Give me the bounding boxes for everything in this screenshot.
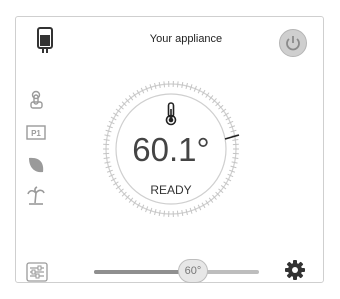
svg-text:P1: P1 [31,129,41,138]
dial-tick [163,210,166,217]
touch-mode-icon [30,90,43,109]
dial-tick [181,81,184,89]
power-icon [286,36,300,51]
thermometer-icon [161,101,181,127]
dial-tick [154,82,157,89]
dial-tick [220,108,227,113]
eco-mode-button[interactable] [25,154,47,176]
dial-tick [163,81,166,88]
dial-tick [154,209,157,216]
dial-tick [158,81,161,89]
dial-tick [132,200,137,206]
dial-tick [158,209,161,217]
page-title: Your appliance [149,33,223,45]
gear-icon [285,260,305,280]
program-p1-icon: P1 [26,125,46,140]
power-button[interactable] [279,29,307,57]
settings-button[interactable] [284,259,306,281]
sliders-icon [26,262,48,282]
dial-tick [185,82,188,89]
dial-tick [205,92,210,98]
dial-tick [181,209,184,217]
temperature-dial[interactable]: 60.1° READY [91,69,251,229]
temperature-readout: 60.1° [132,131,210,168]
dial-tick [176,210,179,217]
holiday-palm-icon [27,186,45,205]
temperature-slider-track[interactable] [94,270,259,274]
dial-tick [205,200,210,206]
dial-tick [132,92,137,98]
water-heater-icon [36,27,54,55]
settings-sliders-button[interactable] [26,262,48,282]
temperature-slider-handle[interactable]: 60° [178,259,208,283]
eco-leaf-icon [29,157,44,173]
appliance-panel: Your appliance P1 60.1° READY 60° [15,16,324,283]
touch-mode-button[interactable] [25,89,47,111]
program-p1-button[interactable]: P1 [25,121,47,143]
holiday-mode-button[interactable] [25,185,47,207]
status-text: READY [150,183,192,197]
dial-tick [185,209,188,216]
dial-tick [115,108,122,113]
dial-tick [176,81,179,88]
